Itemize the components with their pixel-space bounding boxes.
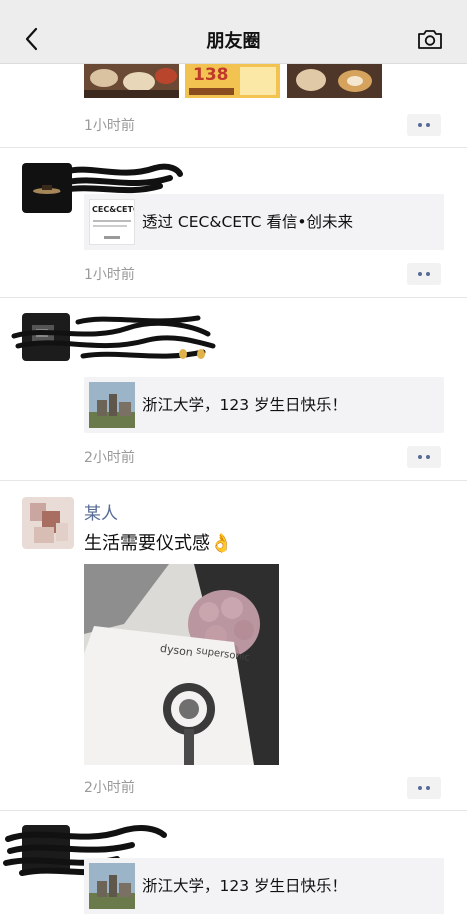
more-dot-icon (426, 786, 430, 790)
post-text-content: 生活需要仪式感 (84, 533, 210, 554)
moment-post: CEC&CETC 透过 CEC&CETC 看信•创未来 1小时前 (0, 148, 467, 298)
status-bar (0, 0, 467, 14)
more-dot-icon (418, 455, 422, 459)
post-more-button[interactable] (407, 263, 441, 285)
post-more-button[interactable] (407, 777, 441, 799)
moment-post: 138 1小时前 (0, 64, 467, 148)
post-time: 1小时前 (84, 267, 135, 283)
camera-icon (418, 30, 442, 49)
post-image[interactable] (287, 64, 382, 98)
moment-post: 浙江大学，123 岁生日快乐！ 2小时前 (0, 298, 467, 481)
link-title: 浙江大学，123 岁生日快乐！ (142, 396, 348, 414)
moment-post: 某人 生活需要仪式感👌 dyson supersonic 2小时前 (0, 481, 467, 811)
post-time: 2小时前 (84, 450, 135, 466)
promo-number: 138 (193, 65, 229, 85)
post-time: 2小时前 (84, 780, 135, 796)
more-dot-icon (426, 123, 430, 127)
post-time: 1小时前 (84, 118, 135, 134)
moment-post: 浙江大学，123 岁生日快乐！ (0, 811, 467, 916)
post-more-button[interactable] (407, 446, 441, 468)
shared-link-card[interactable]: CEC&CETC 透过 CEC&CETC 看信•创未来 (84, 194, 444, 250)
link-thumbnail (89, 382, 135, 428)
redacted-name-scribble (11, 315, 216, 359)
ok-hand-emoji: 👌 (210, 533, 233, 554)
more-dot-icon (426, 455, 430, 459)
post-more-button[interactable] (407, 114, 441, 136)
camera-button[interactable] (416, 26, 444, 52)
link-thumbnail: CEC&CETC (89, 199, 135, 245)
poster-name[interactable]: 某人 (84, 499, 118, 524)
link-title: 透过 CEC&CETC 看信•创未来 (142, 213, 354, 231)
more-dot-icon (418, 123, 422, 127)
post-image[interactable]: 138 (185, 64, 280, 98)
post-image[interactable] (84, 64, 179, 98)
navigation-bar: 朋友圈 (0, 14, 467, 64)
shared-link-card[interactable]: 浙江大学，123 岁生日快乐！ (84, 377, 444, 433)
post-photo[interactable]: dyson supersonic (84, 564, 279, 765)
more-dot-icon (418, 272, 422, 276)
link-title: 浙江大学，123 岁生日快乐！ (142, 877, 348, 895)
more-dot-icon (426, 272, 430, 276)
page-title: 朋友圈 (206, 31, 261, 52)
more-dot-icon (418, 786, 422, 790)
post-text: 生活需要仪式感👌 (84, 529, 232, 555)
shared-link-card[interactable]: 浙江大学，123 岁生日快乐！ (84, 858, 444, 914)
avatar[interactable] (22, 497, 74, 549)
link-thumbnail (89, 863, 135, 909)
